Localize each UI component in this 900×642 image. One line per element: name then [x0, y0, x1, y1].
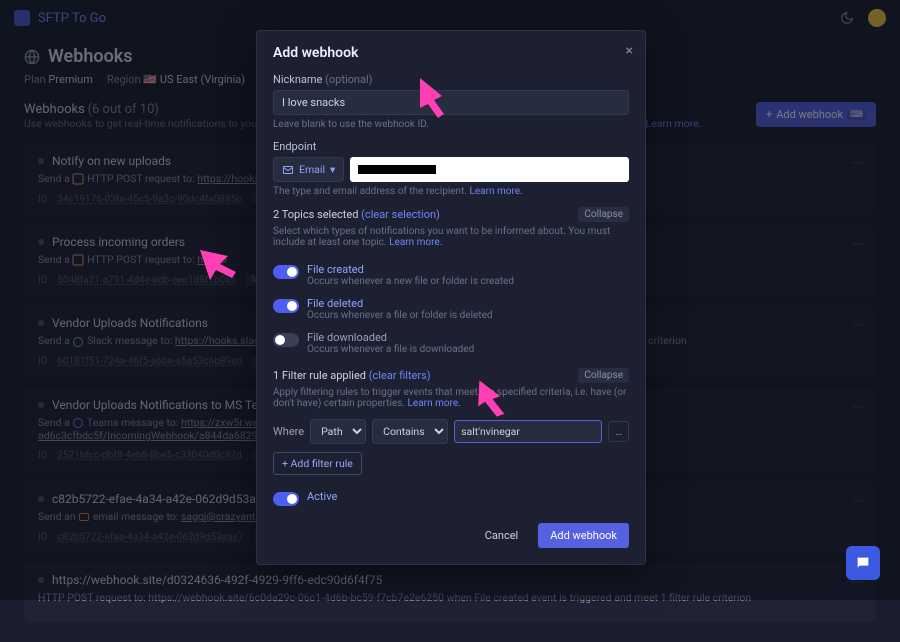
- close-icon[interactable]: ×: [626, 43, 633, 59]
- topic-row: File deletedOccurs whenever a file or fo…: [273, 292, 629, 326]
- learn-more-link[interactable]: Learn more.: [408, 398, 461, 409]
- topic-desc: Occurs whenever a new file or folder is …: [307, 276, 514, 287]
- collapse-button[interactable]: Collapse: [578, 368, 629, 383]
- collapse-button[interactable]: Collapse: [578, 207, 629, 222]
- endpoint-type-select[interactable]: Email ▾: [273, 157, 344, 182]
- filter-operator-select[interactable]: Contains: [372, 419, 448, 444]
- filter-label: 1 Filter rule applied: [273, 369, 366, 382]
- modal-title: Add webhook: [273, 45, 629, 61]
- topic-toggle[interactable]: [273, 265, 299, 279]
- learn-more-link[interactable]: Learn more.: [389, 237, 442, 248]
- submit-button[interactable]: Add webhook: [538, 523, 629, 548]
- active-label: Active: [307, 490, 337, 503]
- nickname-label: Nickname (optional): [273, 73, 629, 86]
- topic-name: File deleted: [307, 297, 493, 310]
- active-toggle[interactable]: [273, 492, 299, 506]
- endpoint-help: The type and email address of the recipi…: [273, 186, 467, 197]
- chat-fab[interactable]: [846, 546, 880, 580]
- clear-filters-link[interactable]: (clear filters): [369, 369, 431, 382]
- redacted-value: [358, 165, 436, 174]
- endpoint-input[interactable]: [350, 157, 629, 182]
- filter-value-input[interactable]: [454, 420, 602, 443]
- filter-menu-button[interactable]: …: [608, 421, 629, 442]
- topic-name: File downloaded: [307, 331, 474, 344]
- add-filter-rule-button[interactable]: + Add filter rule: [273, 452, 362, 475]
- topics-label: 2 Topics selected: [273, 208, 358, 221]
- nickname-input[interactable]: [273, 90, 629, 115]
- topic-desc: Occurs whenever a file is downloaded: [307, 344, 474, 355]
- chat-icon: [855, 555, 871, 571]
- topic-row: File createdOccurs whenever a new file o…: [273, 258, 629, 292]
- add-webhook-modal: × Add webhook Nickname (optional) Leave …: [256, 30, 646, 565]
- mail-icon: [282, 164, 294, 176]
- topic-desc: Occurs whenever a file or folder is dele…: [307, 310, 493, 321]
- chevron-down-icon: ▾: [330, 163, 335, 176]
- filter-field-select[interactable]: Path: [310, 419, 366, 444]
- where-label: Where: [273, 425, 304, 438]
- topic-row: File downloadedOccurs whenever a file is…: [273, 326, 629, 360]
- topic-toggle[interactable]: [273, 299, 299, 313]
- nickname-help: Leave blank to use the webhook ID.: [273, 119, 629, 130]
- clear-selection-link[interactable]: (clear selection): [361, 208, 440, 221]
- endpoint-label: Endpoint: [273, 140, 629, 153]
- active-row: Active: [273, 485, 629, 511]
- topic-name: File created: [307, 263, 514, 276]
- cancel-button[interactable]: Cancel: [473, 523, 530, 548]
- learn-more-link[interactable]: Learn more.: [469, 186, 522, 197]
- filter-rule-row: Where Path Contains …: [273, 419, 629, 444]
- topic-toggle[interactable]: [273, 333, 299, 347]
